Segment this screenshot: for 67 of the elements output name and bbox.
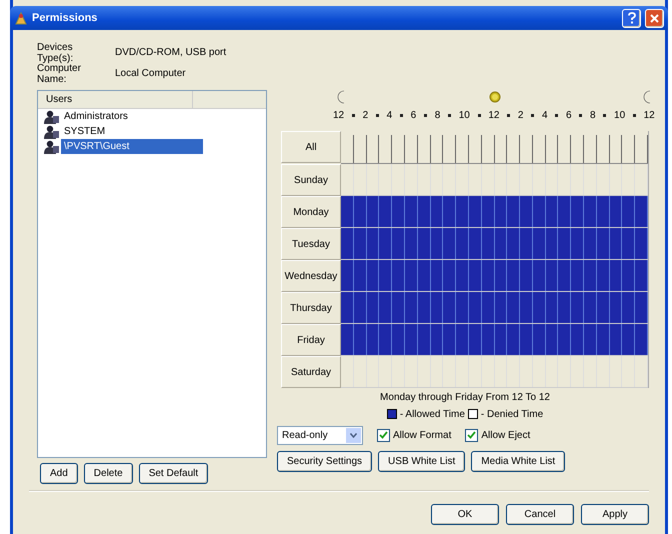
- row-header[interactable]: Monday: [281, 196, 341, 228]
- checkbox[interactable]: [377, 428, 390, 442]
- window-title: Permissions: [32, 12, 98, 24]
- day-time-row[interactable]: [341, 228, 648, 260]
- schedule-summary: Monday through Friday From 12 To 12: [379, 392, 551, 405]
- action-button[interactable]: Add: [40, 463, 78, 484]
- action-button[interactable]: Delete: [84, 463, 133, 484]
- row-header[interactable]: Wednesday: [281, 260, 341, 292]
- check-icon: [467, 431, 476, 439]
- legend-label: - Allowed Time: [400, 408, 465, 420]
- dialog-button[interactable]: Apply: [581, 504, 649, 525]
- check-icon: [379, 431, 388, 439]
- hour-label: 6: [410, 110, 416, 120]
- chevron-icon: [350, 432, 357, 438]
- close-button[interactable]: [645, 8, 664, 28]
- hour-label: 10: [458, 110, 470, 120]
- user-icon: [44, 140, 60, 154]
- settings-button[interactable]: Media White List: [471, 451, 566, 472]
- help-icon: [628, 12, 636, 24]
- user-item[interactable]: Administrators: [61, 109, 131, 124]
- day-time-row[interactable]: [341, 260, 648, 292]
- allowed-swatch: [386, 409, 397, 419]
- hour-label: 12: [488, 110, 500, 120]
- dialog-button[interactable]: Cancel: [506, 504, 574, 525]
- row-header[interactable]: Friday: [281, 324, 341, 356]
- hour-label: 4: [542, 110, 548, 120]
- user-icon: [44, 110, 60, 124]
- close-icon: [650, 14, 659, 22]
- moon-icon: [337, 90, 347, 104]
- day-time-row[interactable]: [341, 196, 648, 228]
- hour-label: 12: [644, 110, 655, 120]
- user-icon: [44, 124, 60, 138]
- sun-icon: [488, 90, 502, 104]
- hour-label: 6: [566, 110, 572, 120]
- settings-button[interactable]: Security Settings: [277, 451, 372, 472]
- row-header[interactable]: Tuesday: [281, 228, 341, 260]
- row-header[interactable]: Saturday: [281, 356, 341, 388]
- settings-button[interactable]: USB White List: [378, 451, 466, 472]
- row-header[interactable]: Sunday: [281, 164, 341, 196]
- field-label: Computer Name:: [37, 62, 82, 84]
- checkbox-label: Allow Eject: [481, 430, 530, 440]
- computer-name-value: Local Computer: [115, 68, 186, 79]
- checkbox[interactable]: [465, 428, 478, 442]
- legend-label: - Denied Time: [480, 408, 544, 420]
- access-dropdown[interactable]: Read-only: [277, 426, 363, 444]
- devices-type-value: DVD/CD-ROM, USB port: [115, 47, 226, 58]
- denied-swatch: [468, 409, 478, 419]
- hour-label: 8: [434, 110, 440, 120]
- day-time-row[interactable]: [341, 292, 648, 324]
- field-label: Devices Type(s):: [37, 42, 74, 64]
- hour-label: 2: [362, 110, 368, 120]
- dialog-button[interactable]: OK: [431, 504, 499, 525]
- day-time-row[interactable]: [341, 324, 648, 356]
- hour-label: 10: [614, 110, 626, 120]
- app-icon: [14, 11, 28, 25]
- hour-label: 4: [386, 110, 392, 120]
- hour-label: 2: [518, 110, 524, 120]
- action-button[interactable]: Set Default: [138, 463, 208, 484]
- moon-icon: [643, 90, 653, 104]
- hour-label: 12: [333, 110, 344, 120]
- row-header[interactable]: All: [281, 131, 341, 163]
- help-button[interactable]: [622, 8, 641, 28]
- checkbox-label: Allow Format: [393, 430, 452, 440]
- user-item[interactable]: \PVSRT\Guest: [61, 139, 203, 154]
- hour-label: 8: [590, 110, 596, 120]
- user-item[interactable]: SYSTEM: [61, 124, 108, 139]
- row-header[interactable]: Thursday: [281, 292, 341, 324]
